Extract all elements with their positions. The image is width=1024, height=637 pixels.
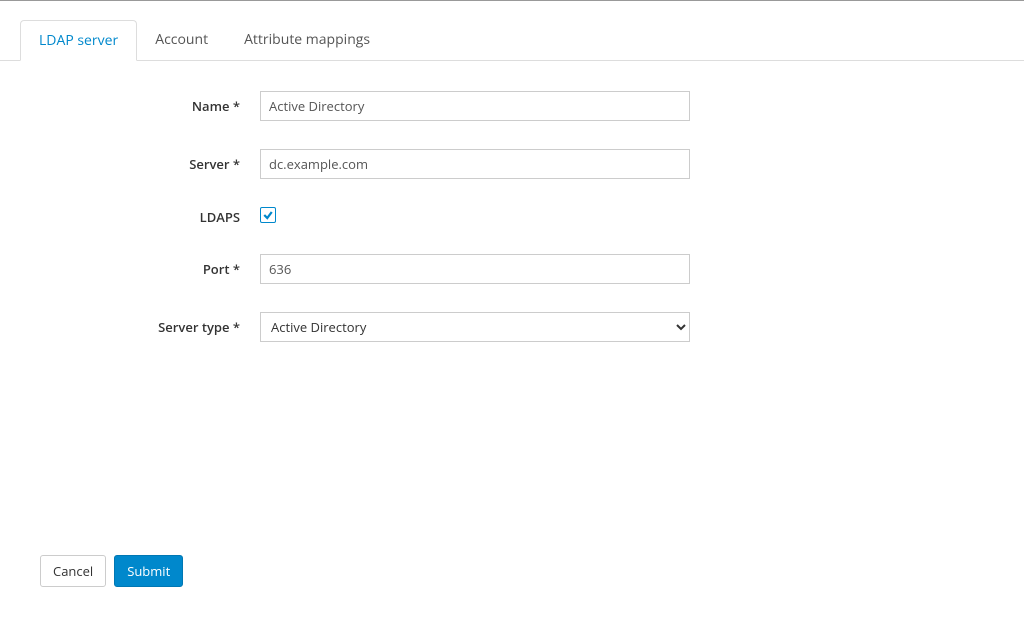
ldaps-label: LDAPS [20, 208, 260, 226]
button-bar: Cancel Submit [40, 555, 183, 587]
server-type-select[interactable]: Active Directory [260, 312, 690, 342]
port-label: Port * [20, 260, 260, 278]
tab-bar: LDAP server Account Attribute mappings [0, 1, 1024, 61]
submit-button[interactable]: Submit [114, 555, 183, 587]
server-input[interactable] [260, 149, 690, 179]
name-label: Name * [20, 97, 260, 115]
server-label: Server * [20, 155, 260, 173]
tab-account[interactable]: Account [137, 20, 226, 61]
form-panel: Name * Server * LDAPS Port * Server type… [0, 61, 1024, 390]
server-type-label: Server type * [20, 318, 260, 336]
port-input[interactable] [260, 254, 690, 284]
ldaps-checkbox[interactable] [260, 207, 276, 223]
cancel-button[interactable]: Cancel [40, 555, 106, 587]
tab-attribute-mappings[interactable]: Attribute mappings [226, 20, 388, 61]
check-icon [262, 209, 274, 221]
tab-ldap-server[interactable]: LDAP server [20, 20, 137, 61]
name-input[interactable] [260, 91, 690, 121]
